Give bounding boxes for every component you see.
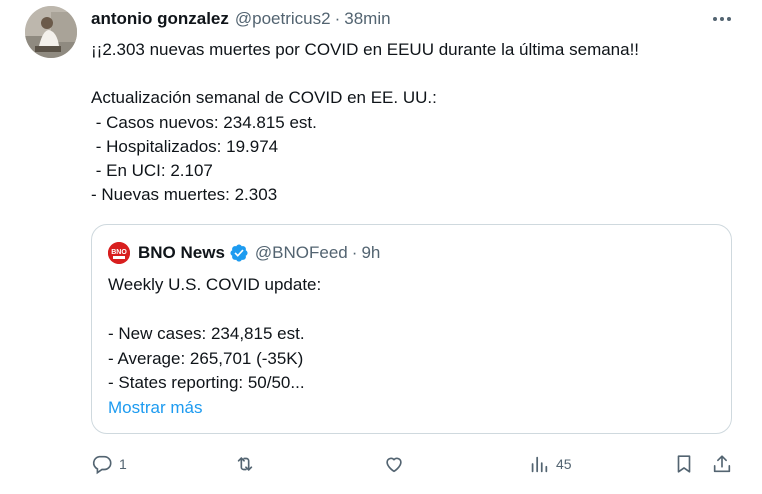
quoted-separator-dot: · (351, 243, 358, 262)
timestamp[interactable]: 38min (344, 9, 390, 29)
quoted-author-handle[interactable]: @BNOFeed (255, 243, 348, 263)
retweet-button[interactable] (234, 448, 256, 480)
retweet-icon (237, 457, 253, 471)
reply-icon (92, 455, 112, 475)
reply-button[interactable]: 1 (91, 448, 127, 480)
author-handle[interactable]: @poetricus2 (235, 9, 331, 29)
quoted-timestamp[interactable]: 9h (361, 243, 380, 263)
views-count: 45 (556, 456, 572, 472)
like-icon (386, 457, 402, 473)
quoted-author-name[interactable]: BNO News (138, 243, 225, 263)
author-name[interactable]: antonio gonzalez (91, 9, 229, 29)
show-more-link[interactable]: Mostrar más (108, 398, 202, 418)
bookmark-button[interactable] (673, 448, 695, 480)
tweet[interactable]: antonio gonzalez @poetricus2 · 38min ¡¡2… (0, 0, 762, 494)
tweet-text: ¡¡2.303 nuevas muertes por COVID en EEUU… (91, 40, 640, 205)
quoted-tweet[interactable]: BNO BNO News @BNOFeed · 9h Weekly U.S. C… (91, 224, 732, 434)
action-bar: 1 45 (0, 448, 762, 480)
quoted-tweet-header: BNO BNO News @BNOFeed · 9h (108, 242, 380, 264)
verified-icon (230, 244, 248, 262)
share-button[interactable] (711, 448, 733, 480)
bno-logo[interactable]: BNO (108, 242, 130, 264)
avatar[interactable] (25, 6, 77, 58)
views-icon (531, 456, 548, 473)
like-button[interactable] (383, 448, 405, 480)
reply-count: 1 (119, 456, 127, 472)
views-button[interactable]: 45 (528, 448, 572, 480)
share-icon (713, 455, 731, 473)
bno-logo-text: BNO (111, 249, 127, 256)
tweet-header: antonio gonzalez @poetricus2 · 38min (91, 9, 391, 31)
separator-dot: · (334, 9, 341, 28)
more-icon[interactable] (710, 12, 734, 26)
quoted-tweet-text: Weekly U.S. COVID update: - New cases: 2… (108, 275, 322, 392)
bookmark-icon (677, 455, 691, 473)
